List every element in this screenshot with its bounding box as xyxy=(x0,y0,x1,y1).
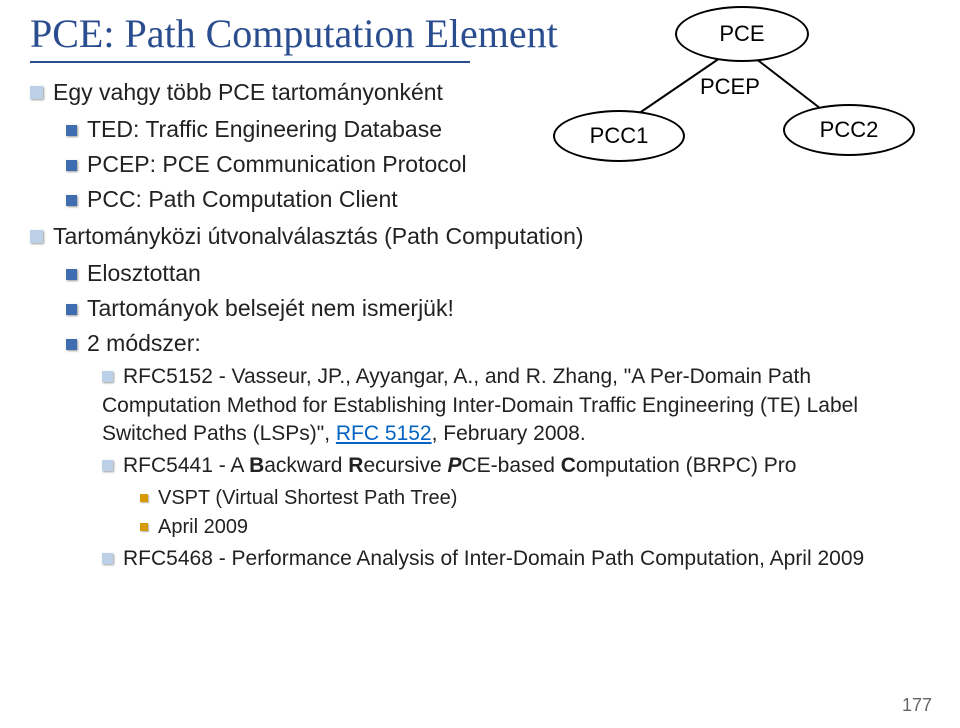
text-span: ecursive xyxy=(363,454,447,477)
bullet-icon xyxy=(102,460,113,471)
bullet-text: 2 módszer: xyxy=(87,330,201,356)
bullet-icon xyxy=(66,160,77,171)
bullet-text: RFC5152 - Vasseur, JP., Ayyangar, A., an… xyxy=(102,365,858,445)
bold-p: P xyxy=(447,454,461,477)
bullet-l4: VSPT (Virtual Shortest Path Tree) xyxy=(140,485,930,512)
bullet-icon xyxy=(30,230,43,243)
bullet-text: Tartományközi útvonalválasztás (Path Com… xyxy=(53,223,584,249)
bold-c: C xyxy=(561,454,576,477)
bullet-icon xyxy=(140,494,148,502)
bullet-text: Egy vahgy több PCE tartományonként xyxy=(53,79,443,105)
bullet-l2: 2 módszer: xyxy=(66,328,930,359)
bullet-l4: April 2009 xyxy=(140,514,930,541)
label-pcep: PCEP xyxy=(700,74,760,100)
bullet-icon xyxy=(102,371,113,382)
node-pcc1: PCC1 xyxy=(553,110,685,162)
bullet-icon xyxy=(140,523,148,531)
text-span: , February 2008. xyxy=(432,422,586,445)
bullet-text: April 2009 xyxy=(158,516,248,538)
bullet-icon xyxy=(66,304,77,315)
node-pce: PCE xyxy=(675,6,809,62)
text-span: ackward xyxy=(264,454,348,477)
bullet-icon xyxy=(66,339,77,350)
bullet-l3: RFC5468 - Performance Analysis of Inter-… xyxy=(102,545,930,573)
bullet-text: TED: Traffic Engineering Database xyxy=(87,116,442,142)
bullet-icon xyxy=(102,553,113,564)
text-span: omputation (BRPC) Pro xyxy=(576,454,797,477)
bullet-text: RFC5468 - Performance Analysis of Inter-… xyxy=(123,547,864,570)
page-number: 177 xyxy=(902,695,932,716)
bullet-l1: Tartományközi útvonalválasztás (Path Com… xyxy=(30,221,930,252)
bullet-text: Tartományok belsejét nem ismerjük! xyxy=(87,295,454,321)
bullet-text: PCC: Path Computation Client xyxy=(87,186,398,212)
node-pcc2: PCC2 xyxy=(783,104,915,156)
bullet-l2: PCC: Path Computation Client xyxy=(66,184,930,215)
bullet-icon xyxy=(30,86,43,99)
bullet-l3: RFC5441 - A Backward Recursive PCE-based… xyxy=(102,452,930,480)
title-divider xyxy=(30,61,470,63)
bullet-text: RFC5441 - A Backward Recursive PCE-based… xyxy=(123,454,796,477)
bullet-icon xyxy=(66,125,77,136)
bullet-icon xyxy=(66,195,77,206)
bullet-text: Elosztottan xyxy=(87,260,201,286)
bullet-icon xyxy=(66,269,77,280)
rfc-link[interactable]: RFC 5152 xyxy=(336,422,432,445)
bullet-text: VSPT (Virtual Shortest Path Tree) xyxy=(158,487,457,509)
bold-r: R xyxy=(348,454,363,477)
bullet-l2: Elosztottan xyxy=(66,258,930,289)
bullet-l3: RFC5152 - Vasseur, JP., Ayyangar, A., an… xyxy=(102,363,930,448)
pce-diagram: PCE PCEP PCC1 PCC2 xyxy=(525,4,935,184)
text-span: CE-based xyxy=(461,454,560,477)
bold-b: B xyxy=(249,454,264,477)
bullet-text: PCEP: PCE Communication Protocol xyxy=(87,151,467,177)
text-span: RFC5441 - A xyxy=(123,454,249,477)
bullet-l2: Tartományok belsejét nem ismerjük! xyxy=(66,293,930,324)
